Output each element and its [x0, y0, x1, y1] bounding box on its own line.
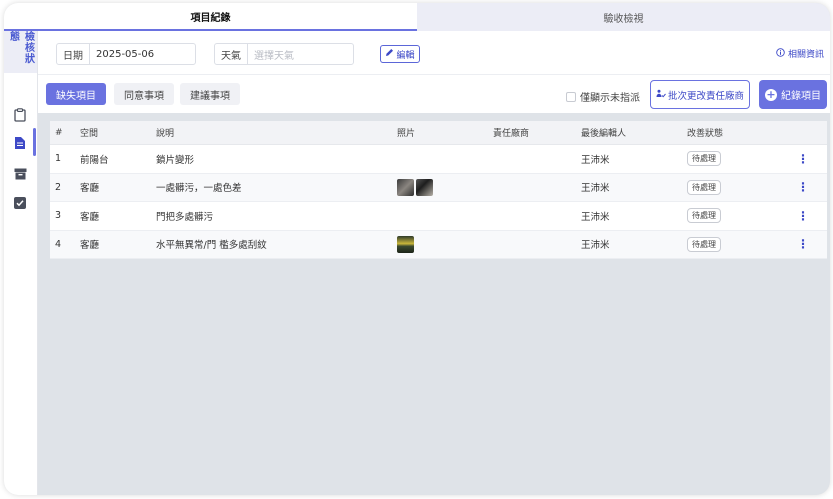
subtab-defects[interactable]: 缺失項目	[46, 83, 106, 105]
header-description: 說明	[156, 129, 175, 139]
top-tabs: 項目紀錄 驗收檢視	[4, 3, 830, 31]
table-row[interactable]: 4 客廳 水平無異常/門 檻多處刮紋 王沛米 待處理 ⋮	[50, 230, 827, 259]
row-description: 水平無異常/門 檻多處刮紋	[156, 240, 267, 252]
clipboard-icon[interactable]	[12, 107, 28, 123]
active-nav-indicator	[33, 128, 36, 156]
row-space: 客廳	[80, 240, 100, 252]
weather-select[interactable]: 選擇天氣	[248, 47, 300, 62]
tab-acceptance-review[interactable]: 驗收檢視	[417, 3, 830, 31]
checkbox[interactable]	[566, 91, 576, 102]
app-frame: 項目紀錄 驗收檢視 檢核狀態 日期 2025-05-06 天氣 選擇天氣 編輯	[4, 3, 830, 495]
status-badge: 待處理	[687, 179, 721, 195]
row-space: 前陽台	[80, 154, 109, 166]
more-vertical-icon[interactable]: ⋮	[797, 153, 809, 165]
archive-icon[interactable]	[12, 166, 28, 182]
photo-thumbnail[interactable]	[397, 178, 414, 196]
related-info-link[interactable]: 相關資訊	[776, 47, 824, 60]
status-badge: 待處理	[687, 236, 721, 252]
table-row[interactable]: 2 客廳 一處髒污，一處色差 王沛米 待處理 ⋮	[50, 173, 827, 202]
row-editor: 王沛米	[581, 211, 610, 223]
weather-field[interactable]: 天氣 選擇天氣	[214, 43, 354, 65]
sidebar-title-label: 檢核狀態	[7, 31, 34, 64]
table-row[interactable]: 3 客廳 門把多處髒污 王沛米 待處理 ⋮	[50, 202, 827, 231]
table-row[interactable]: 1 前陽台 鎖片變形 王沛米 待處理 ⋮	[50, 145, 827, 174]
header-photo: 照片	[397, 129, 416, 139]
row-menu[interactable]: ⋮	[779, 210, 827, 222]
unassigned-only-toggle[interactable]: 僅顯示未指派	[566, 89, 640, 104]
header-number: #	[55, 127, 63, 138]
checklist-icon[interactable]	[12, 195, 28, 211]
header-space: 空間	[80, 129, 99, 139]
date-field[interactable]: 日期 2025-05-06	[56, 43, 196, 65]
tab-item-records[interactable]: 項目紀錄	[4, 3, 417, 31]
date-value[interactable]: 2025-05-06	[90, 49, 160, 60]
row-number: 4	[55, 238, 62, 250]
subtab-suggestions[interactable]: 建議事項	[180, 83, 240, 105]
action-bar: 缺失項目 同意事項 建議事項 僅顯示未指派 批次更改責任廠商 + 紀錄項目	[38, 75, 830, 113]
status-badge: 待處理	[687, 151, 721, 167]
row-description: 一處髒污，一處色差	[156, 183, 242, 195]
more-vertical-icon[interactable]: ⋮	[797, 210, 809, 222]
row-editor: 王沛米	[581, 154, 610, 166]
subtab-agreed[interactable]: 同意事項	[114, 83, 174, 105]
row-status: 待處理	[687, 208, 779, 224]
header-last-editor: 最後編輯人	[581, 129, 627, 139]
header-status: 改善狀態	[687, 129, 724, 139]
plus-icon: +	[765, 87, 777, 101]
add-record-label: 紀錄項目	[781, 91, 821, 102]
row-editor: 王沛米	[581, 183, 610, 195]
row-number: 3	[55, 210, 62, 222]
document-icon[interactable]	[12, 135, 28, 151]
row-editor: 王沛米	[581, 240, 610, 252]
weather-label: 天氣	[215, 44, 248, 64]
row-status: 待處理	[687, 179, 779, 195]
row-status: 待處理	[687, 151, 779, 167]
row-status: 待處理	[687, 236, 779, 252]
row-number: 1	[55, 153, 62, 165]
status-badge: 待處理	[687, 208, 721, 224]
pencil-icon	[385, 48, 394, 60]
row-number: 2	[55, 181, 62, 193]
unassigned-only-label: 僅顯示未指派	[580, 93, 640, 104]
table-header: # 空間 說明 照片 責任廠商 最後編輯人 改善狀態	[50, 121, 827, 145]
photo-thumbnail[interactable]	[416, 178, 433, 196]
edit-button-label: 編輯	[396, 50, 415, 61]
row-description: 鎖片變形	[156, 154, 195, 166]
related-info-label: 相關資訊	[788, 50, 825, 60]
filter-bar: 日期 2025-05-06 天氣 選擇天氣 編輯 相關資訊	[38, 31, 830, 75]
defects-table: # 空間 說明 照片 責任廠商 最後編輯人 改善狀態 1 前陽台 鎖片變形 王沛…	[50, 121, 827, 259]
edit-button[interactable]: 編輯	[380, 45, 420, 63]
row-description: 門把多處髒污	[156, 211, 214, 223]
people-icon	[656, 89, 666, 101]
row-menu[interactable]: ⋮	[779, 181, 827, 193]
row-menu[interactable]: ⋮	[779, 238, 827, 250]
row-photos	[397, 235, 493, 253]
left-sidebar: 檢核狀態	[4, 31, 38, 495]
info-icon	[776, 47, 785, 60]
row-menu[interactable]: ⋮	[779, 153, 827, 165]
more-vertical-icon[interactable]: ⋮	[797, 181, 809, 193]
photo-thumbnail[interactable]	[397, 235, 414, 253]
more-vertical-icon[interactable]: ⋮	[797, 238, 809, 250]
batch-change-vendor-button[interactable]: 批次更改責任廠商	[650, 80, 750, 109]
row-photos	[397, 178, 493, 196]
add-record-button[interactable]: + 紀錄項目	[759, 80, 827, 109]
header-vendor: 責任廠商	[493, 129, 530, 139]
row-space: 客廳	[80, 211, 100, 223]
sidebar-title[interactable]: 檢核狀態	[4, 31, 37, 73]
row-space: 客廳	[80, 183, 100, 195]
date-label: 日期	[57, 44, 90, 64]
batch-change-vendor-label: 批次更改責任廠商	[667, 90, 744, 102]
